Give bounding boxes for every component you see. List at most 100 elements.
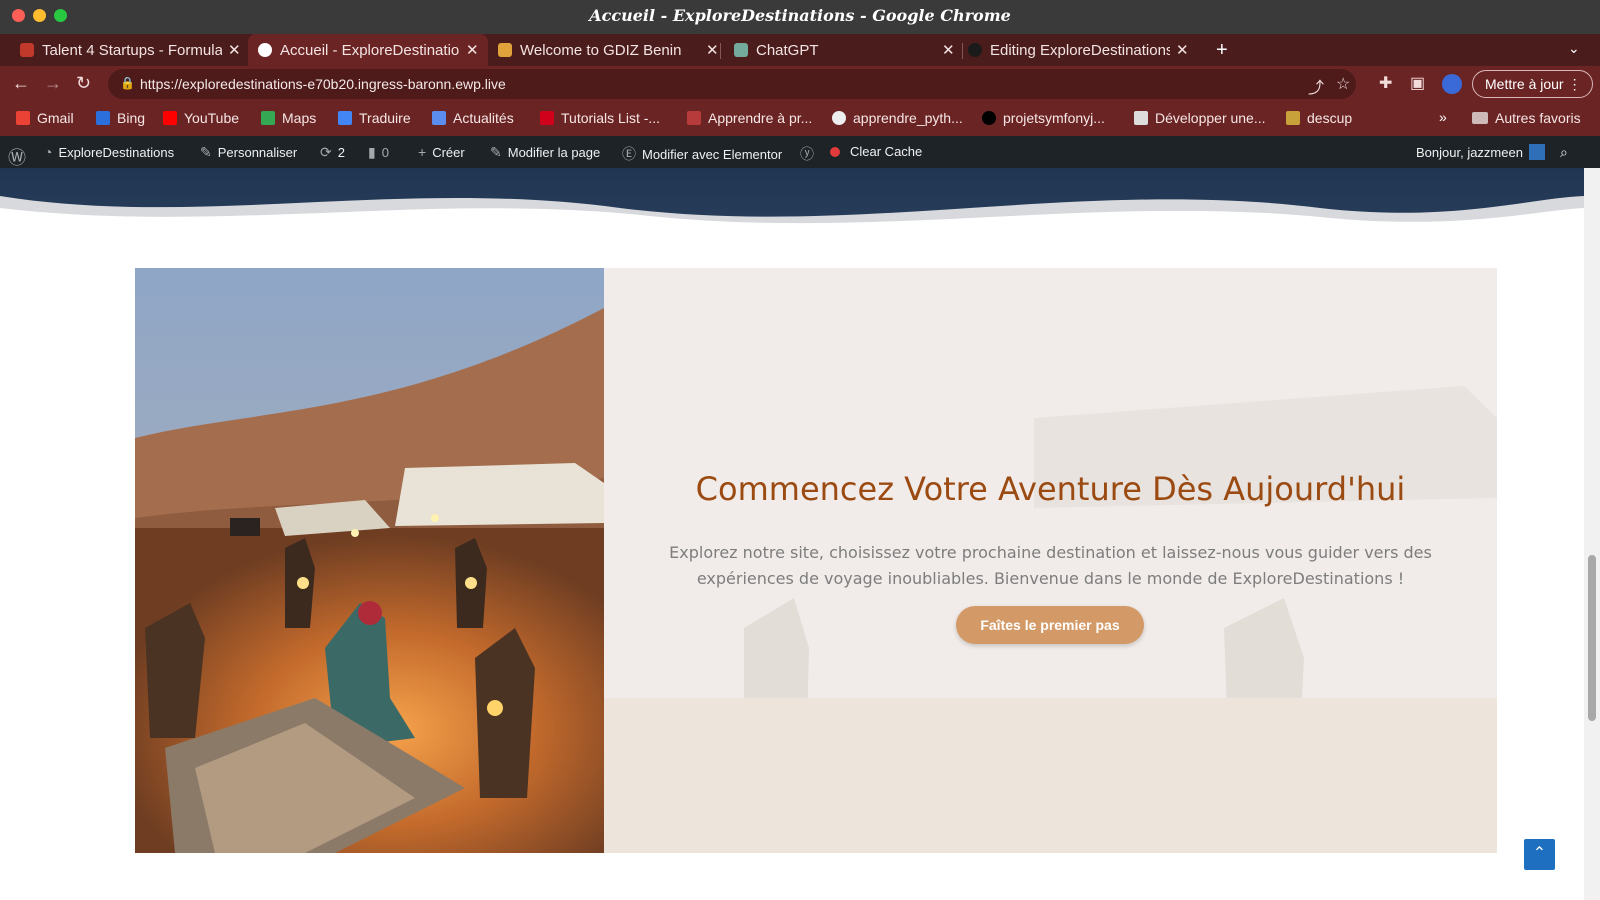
brush-icon: ✎ <box>200 144 212 160</box>
other-bookmarks-label: Autres favoris <box>1495 110 1581 126</box>
bookmark-label: Tutorials List -... <box>561 110 661 126</box>
maps-icon <box>261 111 275 125</box>
tab-github-editing[interactable]: Editing ExploreDestinations ✕ <box>958 34 1189 66</box>
bookmark-traduire[interactable]: Traduire <box>338 110 411 126</box>
updates-count: 2 <box>337 145 345 160</box>
cta-panel: Commencez Votre Aventure Dès Aujourd'hui… <box>604 268 1497 853</box>
bookmark-youtube[interactable]: YouTube <box>163 110 239 126</box>
address-bar[interactable]: 🔒 https://exploredestinations-e70b20.ing… <box>108 69 1356 99</box>
close-tab-icon[interactable]: ✕ <box>942 41 955 59</box>
symfony-icon <box>982 111 996 125</box>
tutorials-icon <box>540 111 554 125</box>
tab-label: Accueil - ExploreDestinations <box>280 41 460 59</box>
wp-updates-link[interactable]: ⟳ 2 <box>320 144 345 161</box>
star-bookmark-icon[interactable]: ☆ <box>1336 74 1350 94</box>
bookmark-maps[interactable]: Maps <box>261 110 316 126</box>
reload-icon[interactable]: ↻ <box>76 73 91 94</box>
bookmark-tutorials[interactable]: Tutorials List -... <box>540 110 660 126</box>
close-tab-icon[interactable]: ✕ <box>228 41 241 59</box>
tab-search-chevron-icon[interactable]: ⌄ <box>1568 40 1580 57</box>
close-tab-icon[interactable]: ✕ <box>1176 41 1189 59</box>
folder-icon <box>1472 112 1488 124</box>
other-bookmarks-folder[interactable]: Autres favoris <box>1472 110 1581 126</box>
tab-talent4startups[interactable]: Talent 4 Startups - Formulaire ✕ <box>10 34 241 66</box>
wp-new-link[interactable]: + Créer <box>418 144 465 160</box>
scrollbar-thumb[interactable] <box>1588 555 1596 721</box>
globe-favicon-icon <box>258 43 272 57</box>
wp-elementor-link[interactable]: Ⓔ Modifier avec Elementor <box>622 144 782 164</box>
wp-admin-bar: Ⓦ ◔ ExploreDestinations ✎ Personnaliser ⟳ 2… <box>0 136 1600 168</box>
new-label: Créer <box>432 144 465 160</box>
share-icon[interactable]: ⤴ <box>1308 74 1324 98</box>
page-viewport: Commencez Votre Aventure Dès Aujourd'hui… <box>0 168 1584 900</box>
close-tab-icon[interactable]: ✕ <box>706 41 719 59</box>
tab-accueil[interactable]: Accueil - ExploreDestinations ✕ <box>248 34 488 66</box>
elementor-label: Modifier avec Elementor <box>642 146 783 162</box>
bookmark-symfony[interactable]: projetsymfonyj... <box>982 110 1105 126</box>
bookmark-label: YouTube <box>184 110 240 126</box>
dashboard-icon: ◔ <box>44 144 53 160</box>
wordpress-logo-icon[interactable]: Ⓦ <box>8 144 32 170</box>
developper-icon <box>1134 111 1148 125</box>
side-panel-icon[interactable]: ▣ <box>1410 73 1425 93</box>
profile-avatar[interactable] <box>1442 74 1462 94</box>
wp-clear-cache-link[interactable]: Clear Cache <box>830 144 922 159</box>
gdiz-favicon-icon <box>498 43 512 57</box>
wave-divider <box>0 196 1584 238</box>
bookmark-label: Apprendre à pr... <box>708 110 813 126</box>
wp-customize-link[interactable]: ✎ Personnaliser <box>200 144 297 161</box>
close-tab-icon[interactable]: ✕ <box>466 41 479 59</box>
bookmark-python[interactable]: apprendre_pyth... <box>832 110 963 126</box>
desert-camp-photo <box>135 268 604 853</box>
tab-gdiz[interactable]: Welcome to GDIZ Benin ✕ <box>488 34 719 66</box>
wp-yoast-icon[interactable]: ⓨ <box>800 144 820 164</box>
bookmark-bing[interactable]: Bing <box>96 110 145 126</box>
extensions-puzzle-icon[interactable]: ✚ <box>1379 73 1392 93</box>
update-chrome-button[interactable]: Mettre à jour ⋮ <box>1472 70 1593 98</box>
bookmark-apprendre[interactable]: Apprendre à pr... <box>687 110 812 126</box>
bookmark-gmail[interactable]: Gmail <box>16 110 74 126</box>
gmail-icon <box>16 111 30 125</box>
bookmark-label: Gmail <box>37 110 74 126</box>
plus-icon: + <box>418 144 427 160</box>
hero-bottom-strip <box>0 168 1584 238</box>
browser-toolbar: ← → ↻ 🔒 https://exploredestinations-e70b… <box>0 66 1600 102</box>
chatgpt-favicon-icon <box>734 43 748 57</box>
wp-site-link[interactable]: ◔ ExploreDestinations <box>44 144 174 160</box>
kebab-menu-icon[interactable]: ⋮ <box>1568 71 1582 97</box>
new-tab-button[interactable]: + <box>1216 39 1228 62</box>
customize-label: Personnaliser <box>217 145 298 160</box>
more-bookmarks-chevron-icon[interactable]: » <box>1439 109 1447 125</box>
wp-account-link[interactable]: Bonjour, jazzmeen <box>1416 144 1545 160</box>
apprendre-icon <box>687 111 701 125</box>
greeting-label: Bonjour, jazzmeen <box>1416 144 1523 160</box>
cta-description: Explorez notre site, choisissez votre pr… <box>669 543 1432 588</box>
tab-chatgpt[interactable]: ChatGPT ✕ <box>724 34 955 66</box>
lock-icon[interactable]: 🔒 <box>120 76 135 90</box>
window-title: Accueil - ExploreDestinations - Google C… <box>589 6 1011 25</box>
pencil-icon: ✎ <box>490 144 502 160</box>
back-to-top-button[interactable]: ⌃ <box>1524 839 1555 870</box>
wp-edit-page-link[interactable]: ✎ Modifier la page <box>490 144 600 161</box>
bookmark-descup[interactable]: descup <box>1286 110 1352 126</box>
elementor-icon: Ⓔ <box>622 146 636 162</box>
comments-count: 0 <box>381 145 389 160</box>
forward-arrow-icon[interactable]: → <box>44 73 62 94</box>
first-step-button[interactable]: Faîtes le premier pas <box>956 606 1144 644</box>
chevron-up-icon: ⌃ <box>1532 845 1547 862</box>
translate-icon <box>338 111 352 125</box>
bookmark-actualites[interactable]: Actualités <box>432 110 514 126</box>
bookmark-label: apprendre_pyth... <box>853 110 963 126</box>
bookmarks-bar: Gmail Bing YouTube Maps Traduire Actuali… <box>0 102 1600 136</box>
back-arrow-icon[interactable]: ← <box>12 73 30 94</box>
url-text[interactable]: https://exploredestinations-e70b20.ingre… <box>140 76 506 92</box>
heart-favicon-icon <box>20 43 34 57</box>
bookmark-developper[interactable]: Développer une... <box>1134 110 1266 126</box>
wp-comments-link[interactable]: ▮ 0 <box>368 144 389 161</box>
tab-label: ChatGPT <box>756 41 819 59</box>
wp-search-icon[interactable]: ⌕ <box>1560 144 1574 161</box>
page-scrollbar[interactable] <box>1584 168 1600 900</box>
youtube-icon <box>163 111 177 125</box>
user-avatar <box>1528 144 1545 160</box>
cta-heading: Commencez Votre Aventure Dès Aujourd'hui <box>695 470 1406 508</box>
